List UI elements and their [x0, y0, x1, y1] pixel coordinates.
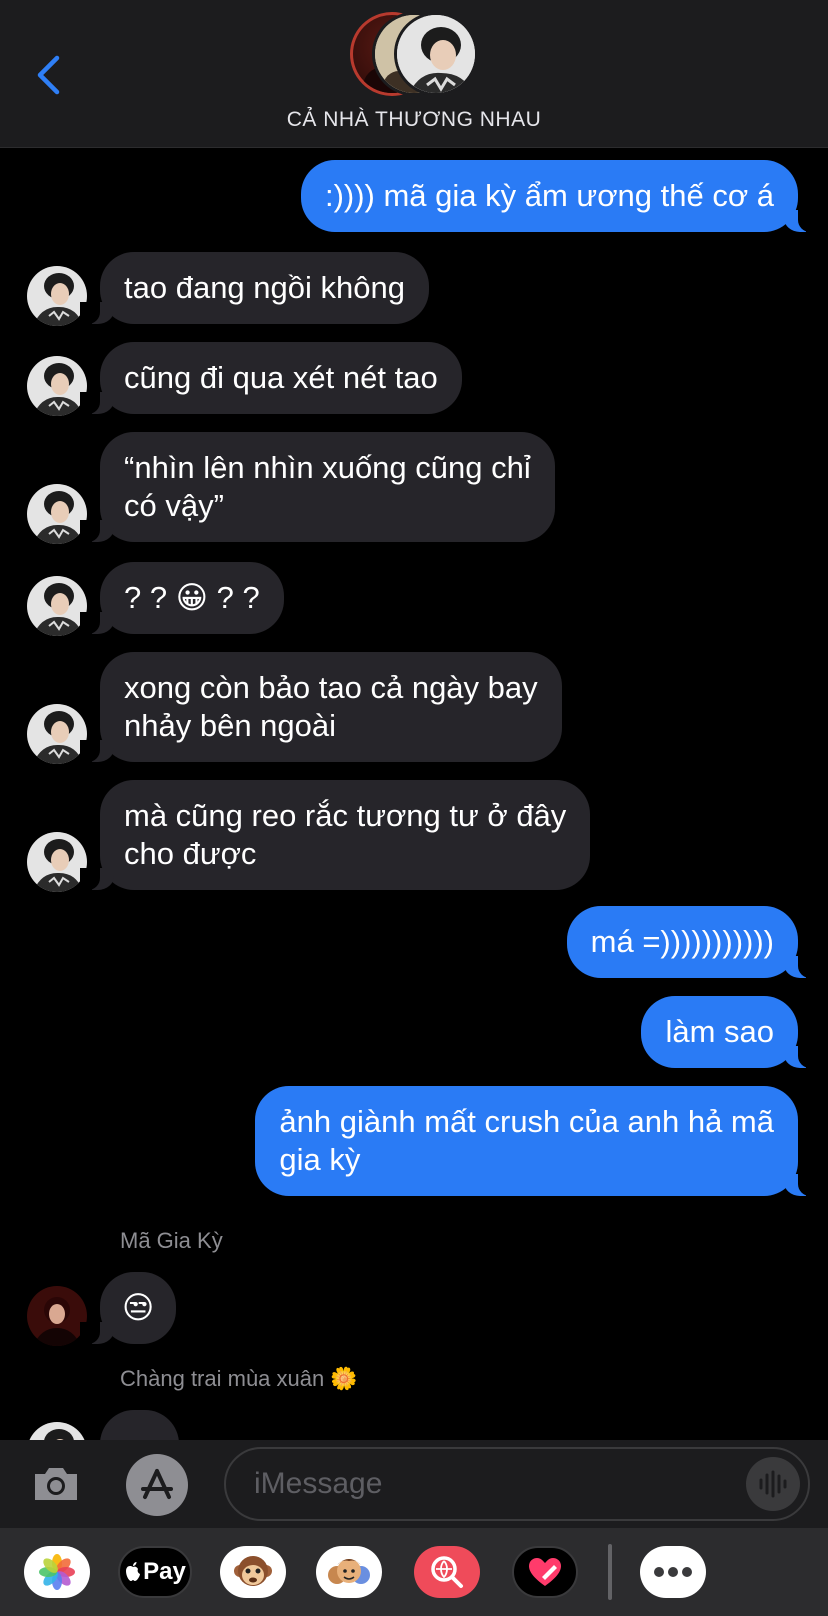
- incoming-message[interactable]: …: [100, 1410, 179, 1440]
- member-avatar: [394, 12, 478, 96]
- sender-avatar[interactable]: [27, 704, 87, 764]
- sender-name: Mã Gia Kỳ: [120, 1228, 223, 1253]
- waveform-icon: [759, 1470, 787, 1498]
- chevron-left-icon: [37, 55, 60, 95]
- app-store-button[interactable]: [126, 1454, 188, 1516]
- sender-avatar[interactable]: [27, 576, 87, 636]
- outgoing-message[interactable]: làm sao: [641, 996, 818, 1068]
- drawer-divider: [608, 1544, 612, 1600]
- digital-touch-icon: [529, 1558, 561, 1586]
- monkey-animoji-icon: [234, 1556, 272, 1586]
- sender-name: Chàng trai mùa xuân 🌼: [120, 1366, 358, 1391]
- memoji-icon: [328, 1559, 370, 1584]
- back-button[interactable]: [30, 52, 66, 98]
- group-name[interactable]: CẢ NHÀ THƯƠNG NHAU: [0, 108, 828, 132]
- photos-icon: [39, 1554, 75, 1590]
- compose-bar: [0, 1440, 828, 1528]
- sender-avatar[interactable]: [27, 484, 87, 544]
- digital-touch-app-button[interactable]: [512, 1546, 578, 1598]
- message-input-field[interactable]: [224, 1447, 810, 1521]
- conversation-header: CẢ NHÀ THƯƠNG NHAU: [0, 0, 828, 148]
- incoming-message[interactable]: ? ? 😀 ? ?: [80, 562, 284, 634]
- more-icon: [654, 1567, 692, 1577]
- app-store-icon: [141, 1469, 173, 1499]
- outgoing-message[interactable]: ảnh giành mất crush của anh hả mã gia kỳ: [255, 1086, 818, 1196]
- apple-pay-label: Pay: [143, 1558, 186, 1585]
- sender-avatar[interactable]: [27, 266, 87, 326]
- image-search-app-button[interactable]: [414, 1546, 480, 1598]
- app-drawer: Pay: [0, 1528, 828, 1616]
- incoming-message[interactable]: “nhìn lên nhìn xuống cũng chỉ có vậy”: [80, 432, 555, 542]
- animoji-app-button[interactable]: [220, 1546, 286, 1598]
- camera-button[interactable]: [30, 1458, 82, 1510]
- sender-avatar[interactable]: [27, 1286, 87, 1346]
- outgoing-message[interactable]: má =))))))))))): [566, 906, 819, 978]
- sender-avatar[interactable]: [27, 356, 87, 416]
- memoji-app-button[interactable]: [316, 1546, 382, 1598]
- message-input[interactable]: [254, 1449, 714, 1519]
- incoming-message[interactable]: mà cũng reo rắc tương tư ở đây cho được: [79, 780, 591, 890]
- sender-avatar[interactable]: [27, 1422, 87, 1440]
- camera-icon: [35, 1468, 77, 1500]
- outgoing-message[interactable]: :)))) mã gia kỳ ẩm ương thế cơ á: [300, 160, 819, 232]
- more-apps-button[interactable]: [640, 1546, 706, 1598]
- apple-pay-button[interactable]: Pay: [118, 1546, 192, 1598]
- incoming-message[interactable]: tao đang ngồi không: [80, 252, 429, 324]
- apple-pay-icon: [126, 1562, 141, 1581]
- sender-avatar[interactable]: [27, 832, 87, 892]
- message-thread[interactable]: :)))) mã gia kỳ ẩm ương thế cơ á tao đan…: [0, 148, 828, 1440]
- audio-message-button[interactable]: [746, 1457, 800, 1511]
- incoming-message[interactable]: xong còn bảo tao cả ngày bay nhảy bên ng…: [80, 652, 562, 762]
- incoming-message[interactable]: 😒: [79, 1272, 177, 1344]
- incoming-message[interactable]: cũng đi qua xét nét tao: [80, 342, 462, 414]
- photos-app-button[interactable]: [24, 1546, 90, 1598]
- image-search-icon: [431, 1556, 463, 1588]
- group-avatar-stack[interactable]: [350, 12, 480, 96]
